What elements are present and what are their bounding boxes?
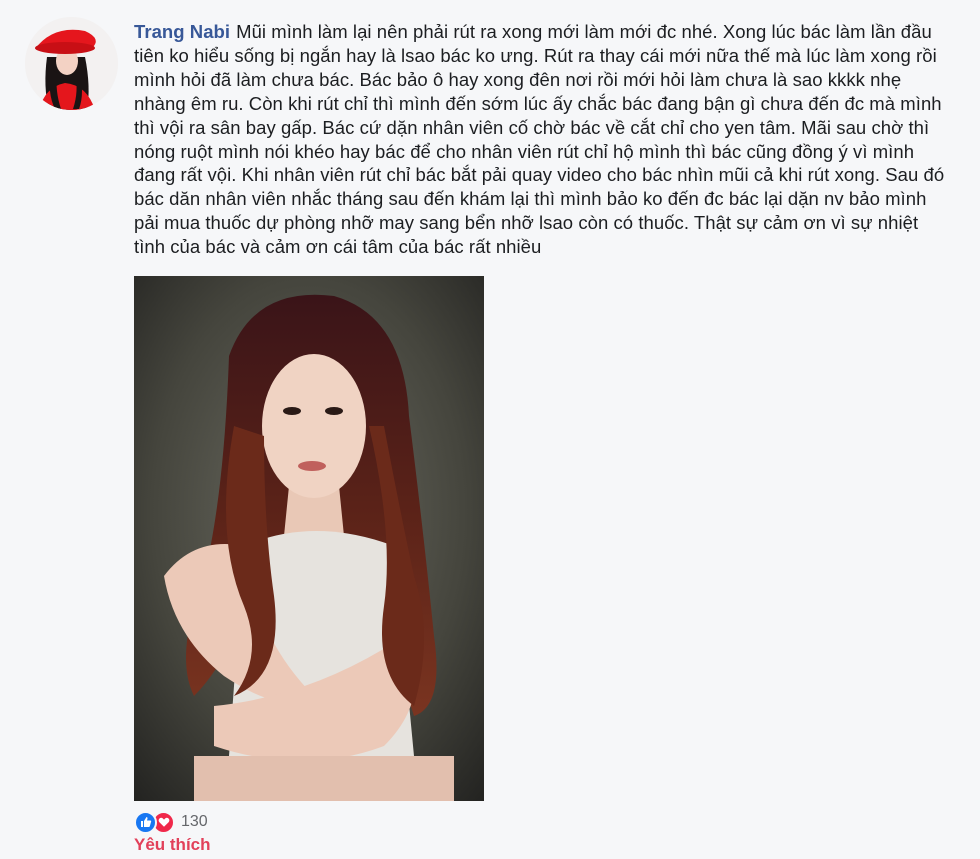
avatar-image	[25, 17, 118, 110]
like-button[interactable]: Yêu thích	[134, 835, 211, 855]
avatar[interactable]	[25, 17, 118, 110]
photo-image	[134, 276, 484, 801]
comment-thread: Trang Nabi Mũi mình làm lại nên phải rút …	[0, 0, 980, 859]
comment-body: Trang Nabi Mũi mình làm lại nên phải rút …	[134, 20, 954, 259]
reaction-summary[interactable]: 130	[134, 810, 208, 834]
comment-text: Mũi mình làm lại nên phải rút ra xong mớ…	[134, 21, 945, 258]
comment-photo[interactable]	[134, 276, 484, 801]
reaction-count: 130	[181, 813, 208, 830]
comment-author[interactable]: Trang Nabi	[134, 21, 230, 42]
like-icon	[134, 810, 157, 834]
